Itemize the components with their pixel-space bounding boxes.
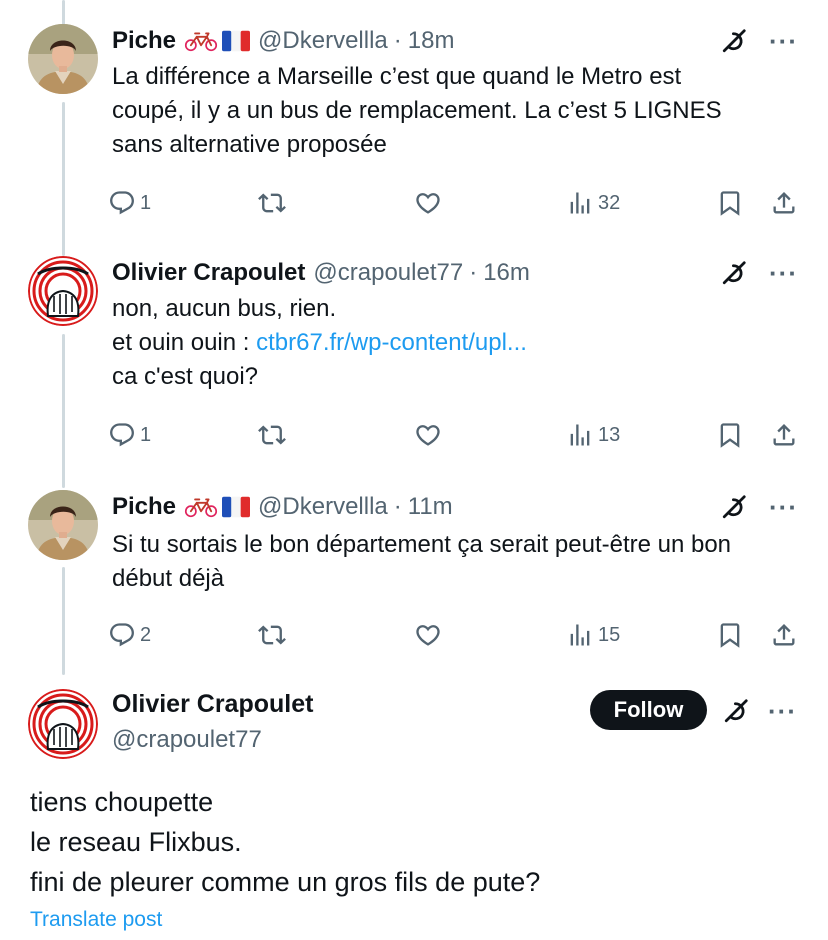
- translate-post-link[interactable]: Translate post: [30, 908, 162, 932]
- username[interactable]: @crapoulet77: [112, 726, 262, 754]
- text-line: tiens choupette: [30, 787, 214, 817]
- follow-button[interactable]: Follow: [590, 690, 707, 730]
- main-post: Olivier Crapoulet @crapoulet77 Follow ··…: [0, 0, 828, 940]
- grok-icon[interactable]: [721, 696, 751, 726]
- text-line: le reseau Flixbus.: [30, 827, 242, 857]
- display-name[interactable]: Olivier Crapoulet: [112, 690, 313, 719]
- more-icon[interactable]: ···: [768, 698, 797, 724]
- post-text: tiens choupette le reseau Flixbus. fini …: [30, 782, 540, 902]
- avatar[interactable]: [28, 689, 98, 759]
- text-line: fini de pleurer comme un gros fils de pu…: [30, 867, 541, 897]
